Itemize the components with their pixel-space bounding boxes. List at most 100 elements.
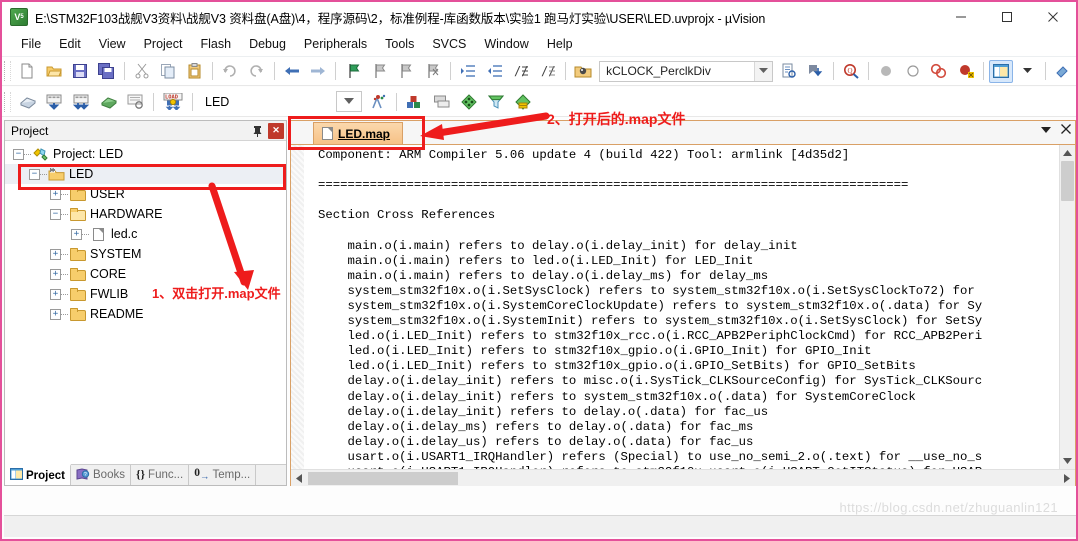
extra-tool-icon[interactable] <box>1051 60 1075 83</box>
manage-runtime-icon[interactable] <box>402 90 427 113</box>
editor-horizontal-scrollbar[interactable] <box>291 469 1075 486</box>
pin-icon[interactable] <box>248 123 266 139</box>
browse-icon[interactable] <box>571 60 595 83</box>
chevron-up-icon[interactable] <box>1060 145 1075 160</box>
close-icon[interactable] <box>1061 124 1071 137</box>
menu-window[interactable]: Window <box>475 34 537 54</box>
expander-icon[interactable]: − <box>29 168 40 180</box>
chevron-right-icon[interactable] <box>1059 471 1075 486</box>
scrollbar-thumb[interactable] <box>1061 161 1074 201</box>
save-icon[interactable] <box>68 60 92 83</box>
bookmark-toggle-icon[interactable] <box>341 60 365 83</box>
target-dropdown[interactable] <box>336 91 363 112</box>
open-file-icon[interactable] <box>41 60 65 83</box>
menu-edit[interactable]: Edit <box>50 34 90 54</box>
batch-build-icon[interactable] <box>96 90 121 113</box>
rebuild-icon[interactable] <box>69 90 94 113</box>
cut-icon[interactable] <box>130 60 154 83</box>
translate-icon[interactable] <box>15 90 40 113</box>
multi-project-icon[interactable] <box>429 90 454 113</box>
menu-project[interactable]: Project <box>135 34 192 54</box>
expander-icon[interactable]: + <box>50 188 61 200</box>
menu-peripherals[interactable]: Peripherals <box>295 34 376 54</box>
chevron-down-icon[interactable] <box>1060 453 1075 468</box>
search-combo[interactable]: kCLOCK_PerclkDiv <box>599 60 773 82</box>
new-file-icon[interactable] <box>15 60 39 83</box>
outdent-icon[interactable] <box>482 60 506 83</box>
manage-components-icon[interactable] <box>510 90 535 113</box>
scrollbar-thumb[interactable] <box>308 471 458 485</box>
tree-node-project[interactable]: − Project: LED <box>5 144 286 164</box>
comment-icon[interactable]: // <box>509 60 533 83</box>
expander-icon[interactable]: + <box>50 248 61 260</box>
tab-books[interactable]: ? Books <box>71 465 131 485</box>
tree-node-system[interactable]: + SYSTEM <box>5 244 286 264</box>
find-icon[interactable]: Q <box>839 60 863 83</box>
breakpoint-disable-all-icon[interactable] <box>953 60 977 83</box>
bookmark-next-icon[interactable] <box>394 60 418 83</box>
search-input[interactable]: kCLOCK_PerclkDiv <box>606 64 711 78</box>
tree-node-target-led[interactable]: − LED <box>5 164 286 184</box>
download-icon[interactable]: LOAD <box>159 90 187 113</box>
minimize-button[interactable] <box>938 2 984 32</box>
expander-icon[interactable]: + <box>50 308 61 320</box>
bookmark-jump-icon[interactable] <box>803 60 827 83</box>
toolbar-grip[interactable] <box>4 61 11 81</box>
scrollbar-track[interactable] <box>307 471 1059 486</box>
bookmark-prev-icon[interactable] <box>368 60 392 83</box>
project-tree[interactable]: − Project: LED − LED + USER − HARDWARE +… <box>5 141 286 464</box>
tab-functions[interactable]: {} Func... <box>131 465 190 485</box>
bookmark-clear-icon[interactable] <box>421 60 445 83</box>
menu-view[interactable]: View <box>90 34 135 54</box>
expander-icon[interactable]: + <box>71 228 82 240</box>
maximize-button[interactable] <box>984 2 1030 32</box>
tree-node-readme[interactable]: + README <box>5 304 286 324</box>
tree-node-led-c[interactable]: + led.c <box>5 224 286 244</box>
save-all-icon[interactable] <box>94 60 118 83</box>
expander-icon[interactable]: − <box>50 208 61 220</box>
chevron-down-icon[interactable] <box>753 61 772 81</box>
find-in-files-icon[interactable] <box>777 60 801 83</box>
editor-vertical-scrollbar[interactable] <box>1059 145 1075 486</box>
close-icon[interactable]: ✕ <box>268 122 284 139</box>
stop-build-icon[interactable] <box>123 90 148 113</box>
expander-icon[interactable]: + <box>50 288 61 300</box>
toolbar-grip[interactable] <box>4 91 11 112</box>
chevron-down-icon[interactable] <box>1015 60 1039 83</box>
editor-code[interactable]: Component: ARM Compiler 5.06 update 4 (b… <box>304 145 1059 486</box>
breakpoint-icon[interactable] <box>874 60 898 83</box>
redo-icon[interactable] <box>244 60 268 83</box>
menu-tools[interactable]: Tools <box>376 34 423 54</box>
uncomment-icon[interactable]: // <box>535 60 559 83</box>
expander-icon[interactable]: − <box>13 148 24 160</box>
editor-tab-led-map[interactable]: LED.map <box>313 122 404 144</box>
copy-icon[interactable] <box>156 60 180 83</box>
tab-templates[interactable]: 0→ Temp... <box>189 465 257 485</box>
menu-help[interactable]: Help <box>538 34 582 54</box>
menu-svcs[interactable]: SVCS <box>423 34 475 54</box>
tree-node-user[interactable]: + USER <box>5 184 286 204</box>
menu-file[interactable]: File <box>12 34 50 54</box>
navigate-back-icon[interactable] <box>280 60 304 83</box>
close-button[interactable] <box>1030 2 1076 32</box>
breakpoint-disabled-icon[interactable] <box>900 60 924 83</box>
configure-flash-icon[interactable] <box>456 90 481 113</box>
target-options-icon[interactable] <box>366 90 391 113</box>
indent-icon[interactable] <box>456 60 480 83</box>
menu-flash[interactable]: Flash <box>191 34 240 54</box>
undo-icon[interactable] <box>218 60 242 83</box>
paste-icon[interactable] <box>182 60 206 83</box>
tree-node-core[interactable]: + CORE <box>5 264 286 284</box>
build-icon[interactable] <box>42 90 67 113</box>
navigate-forward-icon[interactable] <box>306 60 330 83</box>
chevron-down-icon[interactable] <box>337 92 361 111</box>
tree-node-hardware[interactable]: − HARDWARE <box>5 204 286 224</box>
menu-debug[interactable]: Debug <box>240 34 295 54</box>
expander-icon[interactable]: + <box>50 268 61 280</box>
chevron-left-icon[interactable] <box>291 471 307 486</box>
window-layout-icon[interactable] <box>988 59 1014 83</box>
breakpoint-kill-all-icon[interactable] <box>927 60 951 83</box>
configure-merge-icon[interactable] <box>483 90 508 113</box>
tree-node-fwlib[interactable]: + FWLIB <box>5 284 286 304</box>
chevron-down-icon[interactable] <box>1041 125 1051 137</box>
